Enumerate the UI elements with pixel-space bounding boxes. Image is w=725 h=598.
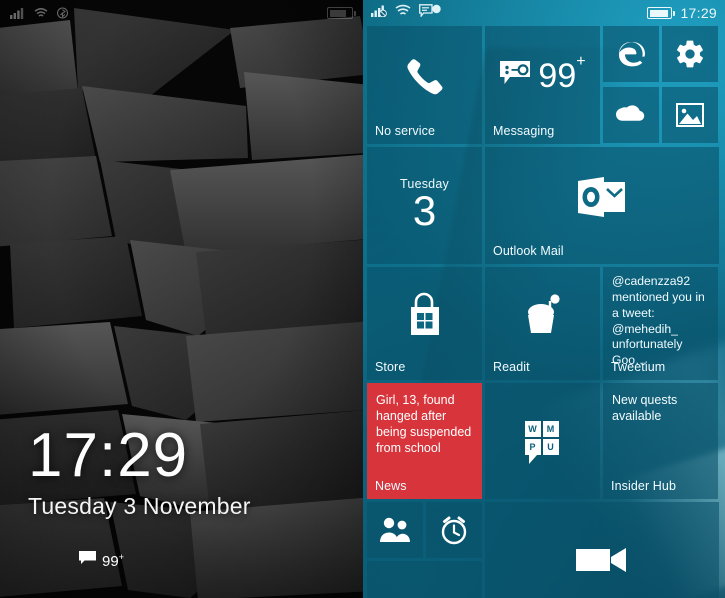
tile-wmpu[interactable]: W M P U [485, 383, 600, 499]
wifi-icon [395, 4, 411, 22]
tile-photos[interactable] [662, 86, 718, 143]
tile-readit-label: Readit [493, 360, 530, 374]
readit-icon [485, 267, 600, 362]
small-tile-cluster [603, 26, 718, 144]
tile-messaging-label: Messaging [493, 124, 555, 138]
tile-settings[interactable] [662, 26, 718, 82]
signal-bars-icon [10, 7, 25, 19]
messaging-badge: 99+ [538, 52, 586, 95]
tile-partial-left[interactable] [367, 561, 482, 598]
outlook-icon [485, 147, 719, 246]
lock-clock: 17:29 [28, 420, 189, 490]
tile-outlook-mail[interactable]: Outlook Mail [485, 147, 719, 264]
picture-icon [662, 87, 718, 143]
signal-bars-icon [371, 4, 387, 22]
tile-phone[interactable]: No service [367, 26, 482, 144]
lock-screen-phone: 17:29 Tuesday 3 November 99+ [0, 0, 363, 598]
wmpu-letter-w: W [524, 421, 541, 437]
news-headline: Girl, 13, found hanged after being suspe… [376, 393, 472, 455]
small-tile-cluster-2 [367, 502, 482, 598]
tile-insider-hub[interactable]: New quests available Insider Hub [603, 383, 718, 499]
status-clock: 17:29 [680, 5, 717, 21]
message-bubble-icon [499, 60, 531, 91]
message-icon [78, 550, 97, 570]
dual-phone-screenshot: 17:29 Tuesday 3 November 99+ 17:29 No se… [0, 0, 725, 598]
tile-alarms[interactable] [426, 502, 482, 558]
tile-news[interactable]: Girl, 13, found hanged after being suspe… [367, 383, 482, 499]
tile-insider-hub-label: Insider Hub [611, 479, 677, 493]
tile-onedrive[interactable] [603, 86, 659, 143]
calendar-day-number: 3 [412, 187, 437, 235]
wmpu-letter-u: U [542, 439, 559, 455]
tile-readit[interactable]: Readit [485, 267, 600, 380]
lock-status-bar [0, 0, 363, 26]
tile-tweetium-label: Tweetium [611, 360, 666, 374]
insider-hub-body: New quests available [612, 393, 678, 424]
alarm-clock-icon [426, 502, 482, 558]
tile-camera[interactable] [485, 502, 719, 598]
lock-message-count: 99+ [102, 552, 124, 570]
wmpu-letter-p: P [524, 439, 541, 455]
tile-grid: No service 99+ Messaging Tuesday 3 Outlo… [363, 26, 725, 598]
tile-edge[interactable] [603, 26, 659, 82]
edge-icon [603, 26, 659, 82]
wmpu-letter-m: M [542, 421, 559, 437]
tile-people[interactable] [367, 502, 423, 558]
lock-screen-info: 17:29 Tuesday 3 November 99+ [28, 424, 251, 570]
calendar-icon: Tuesday 3 [367, 147, 482, 264]
phone-handset-icon [367, 26, 482, 126]
tile-phone-label: No service [375, 124, 436, 138]
battery-icon [647, 7, 676, 19]
gear-icon [662, 26, 718, 82]
lock-message-notification[interactable]: 99+ [78, 550, 124, 570]
lock-notification-row: 99+ [78, 550, 251, 570]
wmpu-icon: W M P U [524, 421, 561, 464]
wifi-icon [34, 7, 48, 19]
start-status-bar: 17:29 [363, 0, 725, 26]
tile-news-label: News [375, 479, 407, 493]
video-camera-icon [485, 502, 719, 598]
tweetium-body: @cadenzza92 mentioned you in a tweet: @m… [612, 274, 705, 368]
tile-calendar[interactable]: Tuesday 3 [367, 147, 482, 264]
tile-outlook-label: Outlook Mail [493, 244, 564, 258]
battery-icon [327, 7, 356, 19]
tile-messaging[interactable]: 99+ Messaging [485, 26, 600, 144]
messaging-status-icon [419, 4, 441, 22]
cloud-icon [603, 87, 659, 143]
tile-store[interactable]: Store [367, 267, 482, 380]
tile-store-label: Store [375, 360, 406, 374]
people-icon [367, 502, 423, 558]
partial-tile-icon [367, 561, 482, 598]
store-bag-icon [367, 267, 482, 362]
tile-tweetium[interactable]: @cadenzza92 mentioned you in a tweet: @m… [603, 267, 718, 380]
bluetooth-icon [57, 7, 68, 19]
lock-date: Tuesday 3 November [28, 493, 251, 519]
start-screen-phone: 17:29 No service 99+ Messaging Tuesday 3… [363, 0, 725, 598]
